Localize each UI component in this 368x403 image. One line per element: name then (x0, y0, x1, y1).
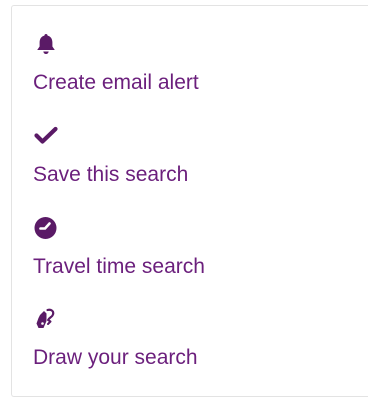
draw-your-search-link[interactable]: Draw your search (33, 306, 198, 370)
save-this-search-link[interactable]: Save this search (33, 123, 188, 187)
clock-icon (33, 215, 59, 241)
travel-time-search-label: Travel time search (33, 255, 205, 278)
travel-time-search-link[interactable]: Travel time search (33, 215, 205, 279)
checkmark-icon (33, 123, 59, 149)
save-this-search-label: Save this search (33, 163, 189, 186)
draw-your-search-label: Draw your search (33, 346, 198, 369)
draw-hand-icon (33, 306, 59, 332)
bell-icon (33, 31, 59, 57)
create-email-alert-link[interactable]: Create email alert (33, 31, 199, 95)
create-email-alert-label: Create email alert (33, 71, 199, 94)
search-actions-panel: Create email alert Save this search Trav… (11, 5, 368, 397)
